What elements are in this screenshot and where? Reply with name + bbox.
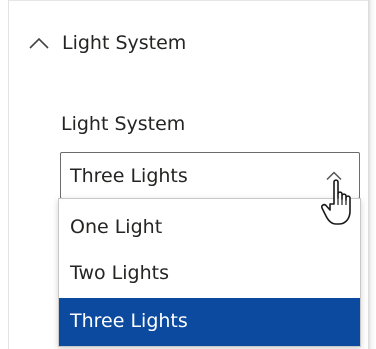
- section-header-light-system[interactable]: Light System: [9, 1, 368, 91]
- option-label: Three Lights: [70, 310, 188, 332]
- option-one-light[interactable]: One Light: [59, 204, 360, 251]
- format-pane: Light System Light System Three Lights O…: [0, 0, 376, 349]
- light-system-dropdown[interactable]: Three Lights: [60, 152, 360, 199]
- chevron-up-icon: [29, 37, 49, 49]
- option-two-lights[interactable]: Two Lights: [59, 250, 360, 297]
- section-title: Light System: [62, 32, 187, 54]
- field-label: Light System: [61, 113, 186, 135]
- dropdown-options-list: One Light Two Lights Three Lights: [58, 198, 361, 347]
- panel-scroll-shadow: [368, 0, 376, 349]
- option-three-lights[interactable]: Three Lights: [59, 298, 360, 346]
- option-label: One Light: [70, 216, 163, 238]
- option-label: Two Lights: [70, 262, 169, 284]
- chevron-up-icon: [326, 171, 342, 181]
- dropdown-selected-value: Three Lights: [70, 165, 188, 187]
